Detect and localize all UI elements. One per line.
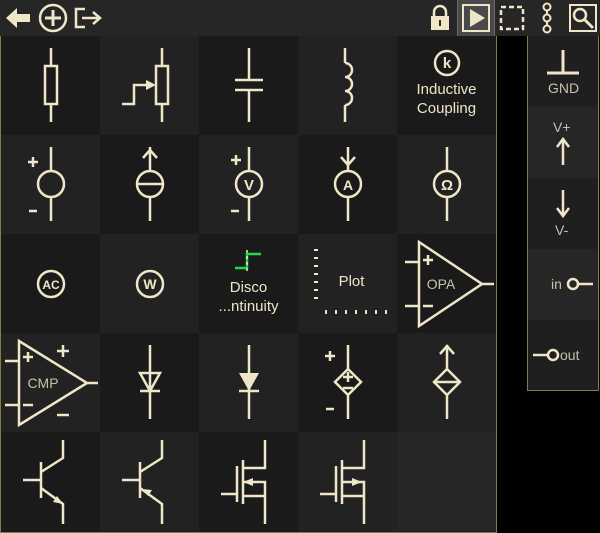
coupling-symbol: k bbox=[443, 55, 452, 72]
voltage-source-component[interactable] bbox=[1, 135, 100, 234]
diode-filled-icon bbox=[239, 345, 259, 419]
discontinuity-label-line1: Disco bbox=[229, 279, 268, 296]
inductor-component[interactable] bbox=[298, 36, 397, 135]
inductive-coupling-component[interactable]: k Inductive Coupling bbox=[397, 36, 496, 135]
plot-text: Plot bbox=[338, 273, 365, 290]
input-pin-component[interactable]: in bbox=[528, 249, 598, 320]
plot-component[interactable]: Plot bbox=[298, 234, 397, 333]
vminus-component[interactable]: V- bbox=[528, 178, 598, 249]
diode-component[interactable] bbox=[100, 333, 199, 432]
exit-icon bbox=[74, 7, 102, 29]
ac-symbol: AC bbox=[42, 278, 60, 292]
ac-source-icon: AC bbox=[36, 269, 66, 299]
side-palette: GND V+ V- in out bbox=[527, 36, 599, 391]
comparator-symbol: CMP bbox=[27, 375, 58, 391]
voltmeter-symbol: V bbox=[244, 177, 254, 194]
vminus-label: V- bbox=[555, 222, 569, 238]
npn-transistor-component[interactable] bbox=[1, 432, 100, 531]
resistor-component[interactable] bbox=[1, 36, 100, 135]
arrow-down-icon bbox=[556, 190, 570, 219]
voltage-source-icon bbox=[28, 147, 66, 221]
toolbar bbox=[0, 0, 600, 37]
ohmmeter-icon: Ω bbox=[432, 147, 462, 221]
current-source-component[interactable] bbox=[100, 135, 199, 234]
nmos-transistor-icon bbox=[221, 440, 267, 524]
vplus-component[interactable]: V+ bbox=[528, 107, 598, 178]
add-component-button[interactable] bbox=[36, 0, 70, 36]
nodes-icon bbox=[542, 2, 552, 34]
pnp-transistor-component[interactable] bbox=[100, 432, 199, 531]
inductor-icon bbox=[343, 48, 354, 122]
ammeter-symbol: A bbox=[343, 177, 353, 193]
controlled-voltage-source-icon bbox=[325, 345, 363, 419]
plot-label: Plot bbox=[302, 272, 401, 291]
current-source-icon bbox=[135, 147, 165, 221]
comparator-icon: CMP bbox=[5, 338, 98, 428]
voltmeter-icon: V bbox=[231, 147, 264, 221]
zoom-icon bbox=[569, 4, 597, 32]
ohmmeter-component[interactable]: Ω bbox=[397, 135, 496, 234]
component-palette: k Inductive Coupling V A Ω AC W Disco ..… bbox=[0, 36, 497, 533]
opamp-component[interactable]: OPA bbox=[397, 234, 496, 333]
opamp-symbol: OPA bbox=[427, 276, 456, 292]
controlled-current-source-component[interactable] bbox=[397, 333, 496, 432]
ground-component[interactable]: GND bbox=[528, 36, 598, 107]
arrow-up-icon bbox=[556, 136, 570, 165]
ground-icon bbox=[547, 50, 579, 75]
capacitor-icon bbox=[235, 48, 263, 122]
controlled-voltage-source-component[interactable] bbox=[298, 333, 397, 432]
play-button[interactable] bbox=[457, 0, 495, 37]
gnd-label: GND bbox=[548, 80, 580, 96]
out-label: out bbox=[560, 347, 580, 363]
wattmeter-symbol: W bbox=[143, 276, 157, 292]
wattmeter-icon: W bbox=[135, 269, 165, 299]
input-pin-icon bbox=[566, 277, 593, 291]
pmos-transistor-icon bbox=[320, 440, 366, 524]
resistor-icon bbox=[43, 48, 59, 122]
wattmeter-component[interactable]: W bbox=[100, 234, 199, 333]
select-button[interactable] bbox=[496, 0, 528, 36]
led-diode-component[interactable] bbox=[199, 333, 298, 432]
zoom-button[interactable] bbox=[566, 0, 600, 36]
output-pin-component[interactable]: out bbox=[528, 320, 598, 391]
discontinuity-label: Disco ...ntinuity bbox=[199, 278, 298, 316]
inductive-coupling-label: Inductive Coupling bbox=[397, 80, 496, 118]
discontinuity-label-line2: ...ntinuity bbox=[218, 298, 279, 315]
add-circle-icon bbox=[38, 3, 68, 33]
ac-source-component[interactable]: AC bbox=[1, 234, 100, 333]
capacitor-component[interactable] bbox=[199, 36, 298, 135]
nmos-transistor-component[interactable] bbox=[199, 432, 298, 531]
voltmeter-component[interactable]: V bbox=[199, 135, 298, 234]
empty-slot bbox=[397, 432, 496, 531]
comparator-component[interactable]: CMP bbox=[1, 333, 100, 432]
potentiometer-component[interactable] bbox=[100, 36, 199, 135]
ammeter-icon: A bbox=[333, 147, 363, 221]
discontinuity-component[interactable]: Disco ...ntinuity bbox=[199, 234, 298, 333]
npn-transistor-icon bbox=[23, 440, 65, 524]
back-button[interactable] bbox=[2, 0, 34, 36]
ohmmeter-symbol: Ω bbox=[441, 177, 453, 194]
pnp-transistor-icon bbox=[122, 440, 164, 524]
inductive-coupling-text: Inductive Coupling bbox=[416, 81, 477, 117]
exit-button[interactable] bbox=[72, 0, 106, 36]
lock-icon bbox=[431, 4, 449, 30]
play-icon bbox=[462, 4, 490, 32]
lock-button[interactable] bbox=[424, 0, 456, 36]
ammeter-component[interactable]: A bbox=[298, 135, 397, 234]
nodes-button[interactable] bbox=[530, 0, 564, 36]
potentiometer-icon bbox=[122, 48, 170, 122]
back-arrow-icon bbox=[6, 8, 30, 28]
controlled-current-source-icon bbox=[432, 344, 462, 419]
pmos-transistor-component[interactable] bbox=[298, 432, 397, 531]
opamp-icon: OPA bbox=[405, 239, 494, 329]
diode-icon bbox=[137, 345, 163, 419]
select-rect-icon bbox=[499, 5, 525, 31]
